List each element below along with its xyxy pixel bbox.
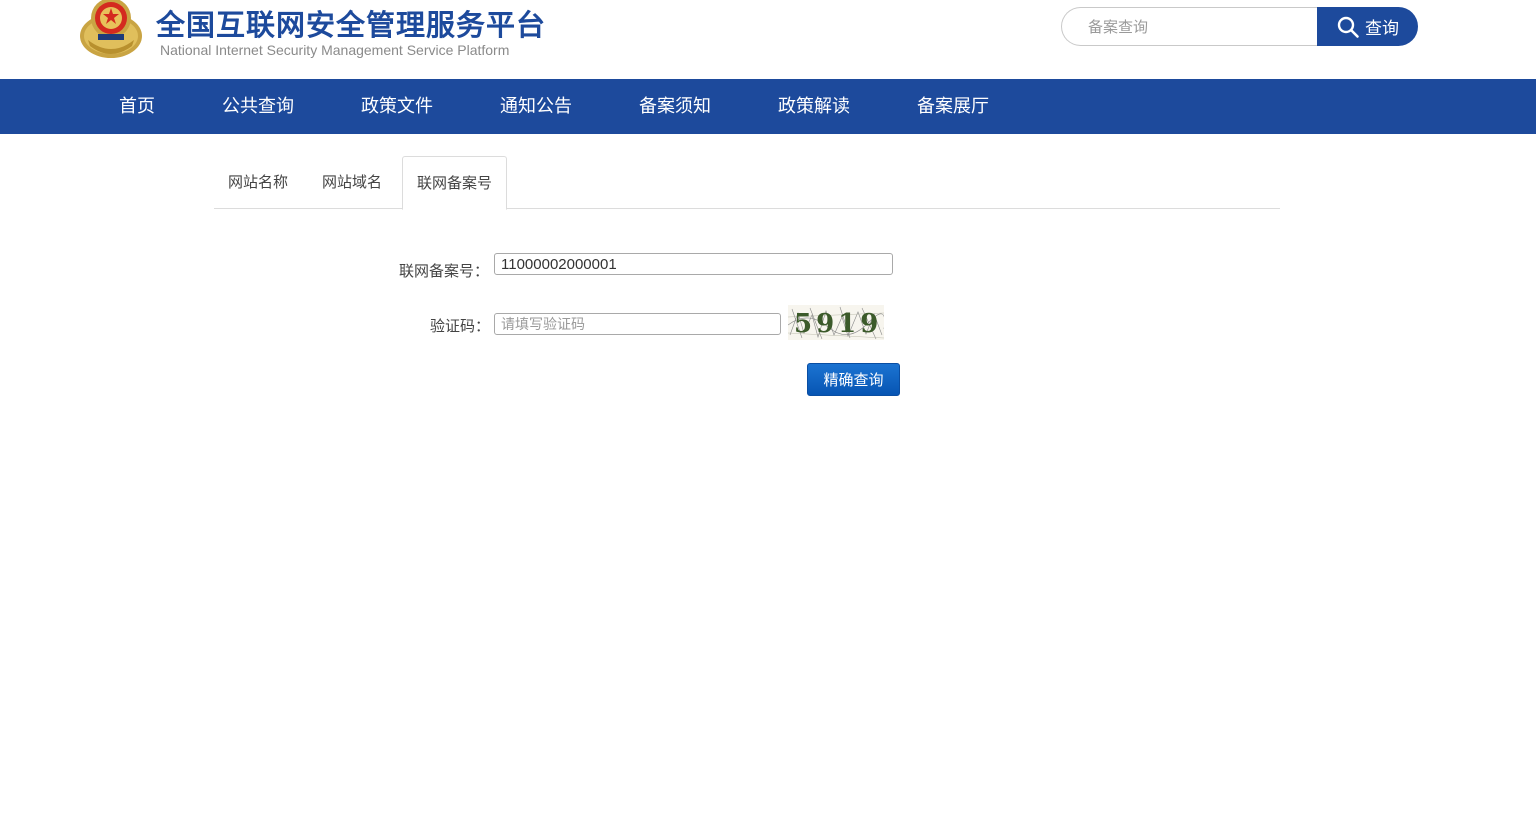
nav-item-public-query[interactable]: 公共查询 bbox=[222, 79, 294, 134]
captcha-image[interactable]: 5919 bbox=[788, 305, 884, 340]
site-title: 全国互联网安全管理服务平台 bbox=[156, 8, 547, 42]
exact-query-button[interactable]: 精确查询 bbox=[807, 363, 900, 396]
tab-site-name[interactable]: 网站名称 bbox=[214, 156, 302, 209]
tab-record-number[interactable]: 联网备案号 bbox=[402, 156, 508, 210]
national-emblem-icon bbox=[80, 0, 142, 58]
tab-site-domain[interactable]: 网站域名 bbox=[308, 156, 396, 209]
nav-item-filing-guide[interactable]: 备案须知 bbox=[639, 79, 711, 134]
nav-item-home[interactable]: 首页 bbox=[119, 79, 155, 134]
nav-item-policy-interpretation[interactable]: 政策解读 bbox=[778, 79, 850, 134]
record-number-input[interactable] bbox=[494, 253, 893, 275]
nav-item-notices[interactable]: 通知公告 bbox=[500, 79, 572, 134]
record-number-label: 联网备案号： bbox=[399, 262, 490, 280]
captcha-label: 验证码： bbox=[430, 317, 491, 335]
site-header: 全国互联网安全管理服务平台 National Internet Security… bbox=[0, 0, 1536, 79]
site-subtitle: National Internet Security Management Se… bbox=[160, 42, 510, 58]
nav-item-filing-hall[interactable]: 备案展厅 bbox=[917, 79, 989, 134]
captcha-input[interactable] bbox=[494, 313, 781, 335]
search-button-label: 查询 bbox=[1365, 19, 1399, 39]
search-button[interactable]: 查询 bbox=[1317, 7, 1418, 46]
search-input[interactable] bbox=[1061, 7, 1331, 46]
captcha-text: 5919 bbox=[794, 309, 882, 339]
search-icon bbox=[1337, 16, 1359, 38]
header-search: 查询 bbox=[1061, 7, 1418, 46]
query-tabs: 网站名称 网站域名 联网备案号 bbox=[214, 156, 1280, 210]
nav-item-policy-docs[interactable]: 政策文件 bbox=[361, 79, 433, 134]
main-nav: 首页 公共查询 政策文件 通知公告 备案须知 政策解读 备案展厅 bbox=[0, 79, 1536, 134]
